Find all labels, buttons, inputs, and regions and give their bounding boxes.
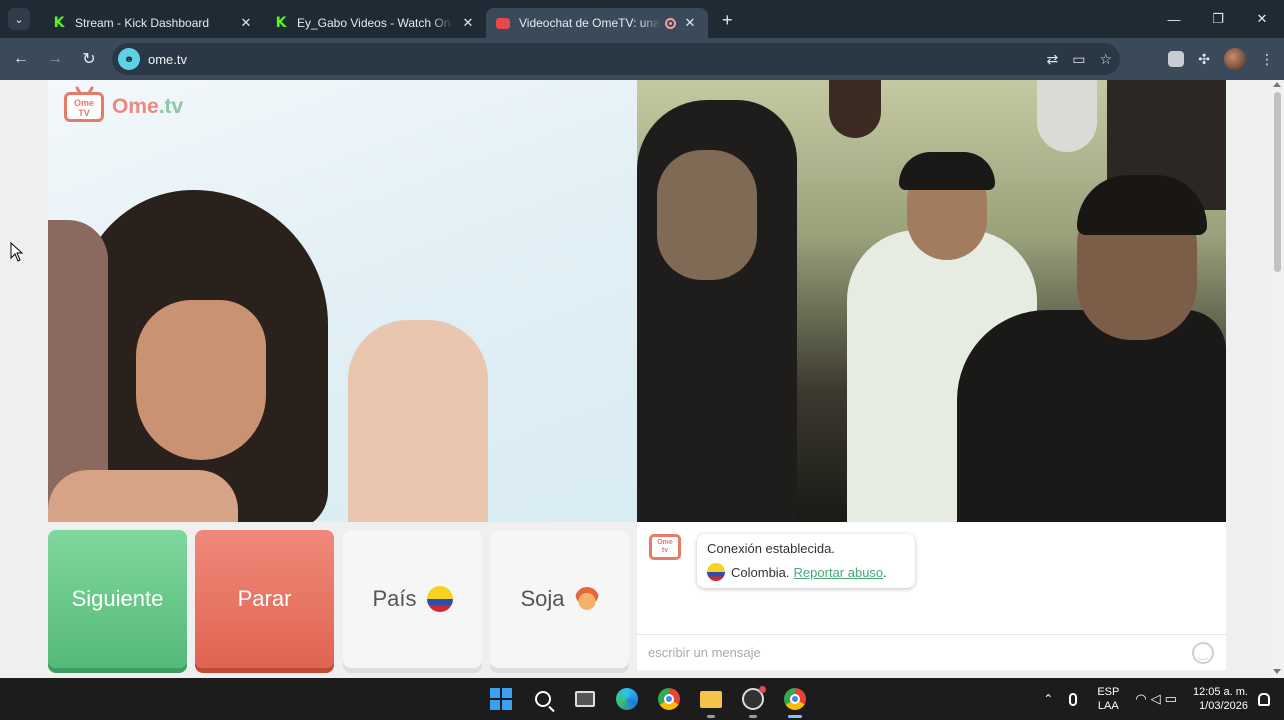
search-icon [535,691,551,707]
system-message: Conexión establecida. Colombia . Reporta… [697,534,915,588]
ometv-icon [496,17,510,29]
chrome-active-button[interactable] [780,684,810,718]
tab-kick-dashboard[interactable]: K Stream - Kick Dashboard ✕ [42,8,264,38]
tab-title: Stream - Kick Dashboard [75,16,210,30]
puzzle-icon[interactable]: ✣ [1198,51,1210,68]
chrome-button[interactable] [654,684,684,714]
scroll-up-icon[interactable] [1273,82,1281,87]
partner-country-row: Colombia . Reportar abuso . [707,563,905,581]
task-view-button[interactable] [570,684,600,714]
person-shoulder [348,320,488,522]
ometv-logo: Ome TV Ome.tv [64,92,183,122]
network-volume-battery-icons[interactable]: ◠◁▭ [1135,691,1181,707]
back-button[interactable]: ← [4,42,38,76]
new-tab-button[interactable]: + [722,10,733,31]
connection-status: Conexión establecida. [707,541,835,556]
taskbar-apps [486,678,810,720]
tab-ometv[interactable]: Videochat de OmeTV: una a ✕ [486,8,708,38]
gender-filter-button[interactable]: Soja [490,530,629,668]
report-abuse-link[interactable]: Reportar abuso [794,565,884,580]
person-middle-hat [899,152,995,190]
microphone-icon[interactable] [1069,692,1078,706]
address-bar[interactable]: ꙩ ome.tv ⇄ ▭ ☆ [112,43,1120,75]
recording-badge [759,686,766,693]
clock[interactable]: 12:05 a. m. 1/03/2026 [1193,685,1248,713]
chrome-icon [658,688,680,710]
ometv-page: Ome TV Ome.tv Siguiente Parar País Soja [0,80,1284,678]
folder-icon [700,690,722,708]
menu-icon[interactable]: ⋮ [1260,51,1274,68]
hanging-cap [1037,80,1097,152]
bookmark-star-icon[interactable]: ☆ [1099,51,1112,68]
person-emoji-icon [574,587,599,611]
message-input[interactable]: escribir un mensaje [637,634,1226,670]
task-view-icon [575,691,595,707]
omnibox-actions: ⇄ ▭ ☆ [1046,43,1112,75]
partner-country: Colombia [731,564,786,580]
close-icon[interactable]: ✕ [682,15,698,31]
windows-taskbar: ⌃ ESP LAA ◠◁▭ 12:05 a. m. 1/03/2026 [0,678,1284,720]
emoji-icon[interactable] [1192,642,1214,664]
local-video: Ome TV Ome.tv [48,80,637,522]
next-button[interactable]: Siguiente [48,530,187,668]
tab-search-button[interactable]: ⌄ [8,8,30,30]
start-button[interactable] [486,684,516,714]
site-info-icon[interactable]: ꙩ [118,48,140,70]
window-controls: — ❐ ✕ [1152,0,1284,38]
person-face [136,300,266,460]
scroll-thumb[interactable] [1274,92,1281,272]
stop-button[interactable]: Parar [195,530,334,668]
edge-icon [616,688,638,710]
colombia-flag-icon [426,586,453,612]
cast-icon[interactable]: ▭ [1072,51,1085,68]
remote-video [637,80,1226,522]
tab-strip: ⌄ K Stream - Kick Dashboard ✕ K Ey_Gabo … [0,0,1284,38]
page-scrollbar[interactable] [1270,80,1284,678]
close-icon[interactable]: ✕ [460,15,476,31]
kick-icon: K [275,15,287,31]
extension-icon[interactable] [1168,51,1185,67]
tab-ey-gabo-videos[interactable]: K Ey_Gabo Videos - Watch On-De ✕ [264,8,486,38]
reload-button[interactable]: ↻ [72,42,106,76]
colombia-flag-icon [707,563,725,581]
person-right [957,310,1226,522]
edge-button[interactable] [612,684,642,714]
ometv-tv-icon: Ome tv [649,534,681,560]
country-filter-button[interactable]: País [343,530,482,668]
recording-icon [665,17,676,29]
file-explorer-button[interactable] [696,684,726,718]
extension-area: ✣ ⋮ [1168,42,1274,76]
translate-icon[interactable]: ⇄ [1046,51,1058,68]
person-hand [48,470,238,522]
tab-title: Videochat de OmeTV: una a [519,16,661,30]
person-left-face [657,150,757,280]
input-language[interactable]: ESP LAA [1097,685,1119,713]
url-text[interactable]: ome.tv [148,52,187,67]
close-window-button[interactable]: ✕ [1240,0,1284,38]
logo-text: Ome.tv [112,95,184,118]
browser-toolbar: ← → ↻ ꙩ ome.tv ⇄ ▭ ☆ ✣ ⋮ [0,38,1284,80]
windows-icon [490,688,512,710]
notification-icon[interactable] [1258,692,1270,706]
chat-panel: Ome tv Conexión establecida. Colombia . … [637,522,1226,670]
search-button[interactable] [528,684,558,714]
obs-button[interactable] [738,684,768,718]
chevron-up-icon[interactable]: ⌃ [1043,692,1053,706]
hanging-cap [829,80,881,138]
minimize-button[interactable]: — [1152,0,1196,38]
forward-button[interactable]: → [38,42,72,76]
tv-icon: Ome TV [64,92,104,122]
maximize-button[interactable]: ❐ [1196,0,1240,38]
scroll-down-icon[interactable] [1273,669,1281,674]
chrome-icon [784,688,806,710]
system-tray: ⌃ ESP LAA ◠◁▭ 12:05 a. m. 1/03/2026 [1043,678,1284,720]
kick-icon: K [53,15,65,31]
tab-title: Ey_Gabo Videos - Watch On-De [297,16,454,30]
profile-avatar[interactable] [1224,48,1246,70]
close-icon[interactable]: ✕ [238,15,254,31]
